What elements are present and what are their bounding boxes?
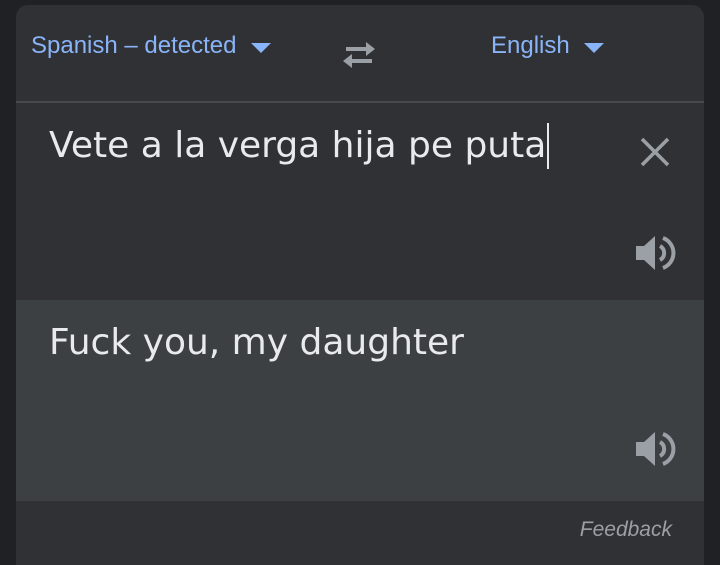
swap-languages-button[interactable]: [338, 39, 380, 71]
source-language-label: Spanish – detected: [31, 32, 237, 59]
caret-down-icon: [583, 43, 604, 53]
feedback-link[interactable]: Feedback: [580, 517, 672, 543]
language-bar: Spanish – detected English: [16, 5, 704, 103]
caret-down-icon: [250, 43, 271, 53]
target-language-selector[interactable]: English: [491, 31, 604, 61]
source-text: Vete a la verga hija pe puta: [49, 125, 547, 166]
translate-card: Spanish – detected English Vete a la ver…: [16, 5, 704, 565]
target-language-label: English: [491, 32, 570, 59]
speaker-icon: [636, 432, 676, 466]
source-language-selector[interactable]: Spanish – detected: [31, 31, 271, 61]
close-icon: [640, 137, 670, 167]
swap-arrows-icon: [343, 42, 375, 68]
translation-result-area: Fuck you, my daughter: [16, 300, 704, 501]
card-footer: Feedback: [16, 501, 704, 565]
translation-text: Fuck you, my daughter: [49, 322, 464, 363]
text-cursor: [547, 123, 550, 169]
listen-translation-button[interactable]: [634, 429, 678, 469]
source-text-area[interactable]: Vete a la verga hija pe puta: [16, 103, 704, 300]
listen-source-button[interactable]: [634, 233, 678, 273]
clear-text-button[interactable]: [638, 135, 672, 169]
speaker-icon: [636, 236, 676, 270]
source-text-input[interactable]: Vete a la verga hija pe puta: [49, 123, 550, 169]
